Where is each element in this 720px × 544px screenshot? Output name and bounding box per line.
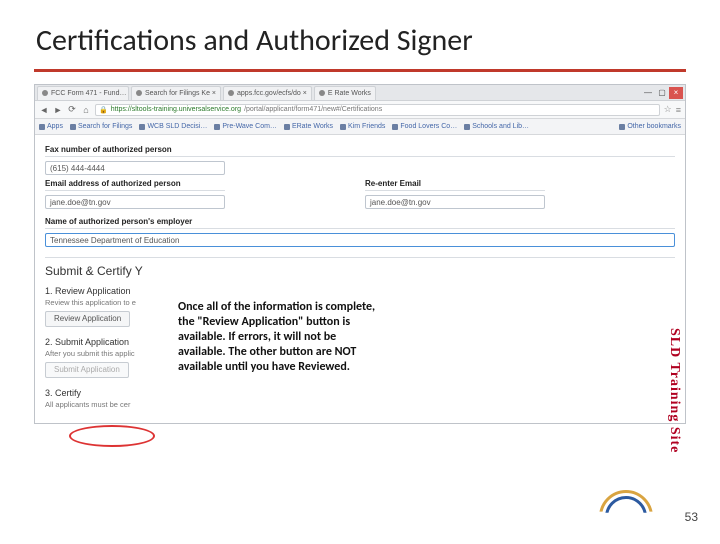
section-divider: [45, 257, 675, 258]
reload-icon[interactable]: ⟳: [67, 105, 77, 115]
callout-text: Once all of the information is complete,…: [178, 298, 378, 377]
bookmark-item[interactable]: Schools and Lib…: [464, 123, 529, 130]
favicon-icon: [214, 124, 220, 130]
bookmark-item[interactable]: ERate Works: [284, 123, 333, 130]
bookmark-star-icon[interactable]: ☆: [664, 104, 672, 115]
highlight-circle: [69, 425, 155, 447]
lock-icon: 🔒: [99, 106, 108, 114]
email-field[interactable]: jane.doe@tn.gov: [45, 195, 225, 209]
review-application-button[interactable]: Review Application: [45, 311, 130, 327]
address-bar-row: ◄ ► ⟳ ⌂ 🔒 https://sltools-training.unive…: [35, 101, 685, 119]
page-content: Fax number of authorized person (615) 44…: [35, 135, 685, 423]
slide-title: Certifications and Authorized Signer: [0, 0, 720, 69]
forward-icon[interactable]: ►: [53, 105, 63, 115]
fax-label: Fax number of authorized person: [45, 145, 675, 154]
step-1-label: 1. Review Application: [45, 286, 675, 296]
fax-field[interactable]: (615) 444-4444: [45, 161, 225, 175]
employer-field[interactable]: Tennessee Department of Education: [45, 233, 675, 247]
bookmark-item[interactable]: WCB SLD Decisi…: [139, 123, 207, 130]
divider: [365, 190, 545, 191]
logo-arc-inner: [605, 496, 647, 538]
browser-tab[interactable]: Search for Filings Ke ×: [131, 86, 221, 100]
training-site-label: SLD Training Site: [664, 306, 684, 476]
fax-value: (615) 444-4444: [50, 164, 105, 173]
favicon-icon: [42, 90, 48, 96]
submit-application-button[interactable]: Submit Application: [45, 362, 129, 378]
favicon-icon: [392, 124, 398, 130]
window-controls: — ▢ ×: [641, 87, 683, 99]
favicon-icon: [340, 124, 346, 130]
browser-tab[interactable]: apps.fcc.gov/ecfs/do ×: [223, 86, 312, 100]
divider: [45, 190, 225, 191]
bookmark-label: Search for Filings: [78, 123, 132, 130]
favicon-icon: [319, 90, 325, 96]
usac-logo: [596, 486, 656, 512]
bookmark-label: Pre-Wave Com…: [222, 123, 277, 130]
bookmarks-bar: Apps Search for Filings WCB SLD Decisi… …: [35, 119, 685, 135]
url-host: https://sltools-training.universalservic…: [111, 106, 241, 113]
hamburger-menu-icon[interactable]: ≡: [676, 105, 681, 115]
url-path: /portal/applicant/form471/new#/Certifica…: [244, 106, 382, 113]
email-label: Email address of authorized person: [45, 179, 225, 188]
maximize-button[interactable]: ▢: [655, 87, 669, 99]
title-underline: [34, 69, 686, 72]
divider: [45, 228, 675, 229]
browser-tab[interactable]: FCC Form 471 - Fund…: [37, 86, 129, 100]
other-bookmarks[interactable]: Other bookmarks: [619, 123, 681, 130]
bookmark-label: Other bookmarks: [627, 123, 681, 130]
bookmark-label: ERate Works: [292, 123, 333, 130]
step-3-desc: All applicants must be cer: [45, 400, 675, 409]
favicon-icon: [136, 90, 142, 96]
email-reenter-value: jane.doe@tn.gov: [370, 198, 431, 207]
favicon-icon: [70, 124, 76, 130]
folder-icon: [619, 124, 625, 130]
bookmark-item[interactable]: Pre-Wave Com…: [214, 123, 277, 130]
bookmark-label: Food Lovers Co…: [400, 123, 457, 130]
tab-label: apps.fcc.gov/ecfs/do ×: [237, 90, 307, 97]
tab-label: FCC Form 471 - Fund…: [51, 90, 126, 97]
employer-label: Name of authorized person's employer: [45, 217, 675, 226]
bookmark-label: WCB SLD Decisi…: [147, 123, 207, 130]
bookmark-item[interactable]: Kim Friends: [340, 123, 385, 130]
email-reenter-label: Re-enter Email: [365, 179, 545, 188]
favicon-icon: [464, 124, 470, 130]
training-site-text: SLD Training Site: [666, 328, 682, 453]
email-reenter-field[interactable]: jane.doe@tn.gov: [365, 195, 545, 209]
apps-button[interactable]: Apps: [39, 123, 63, 130]
bookmark-label: Schools and Lib…: [472, 123, 529, 130]
address-bar[interactable]: 🔒 https://sltools-training.universalserv…: [95, 104, 660, 116]
email-row: Email address of authorized person jane.…: [45, 175, 675, 209]
favicon-icon: [228, 90, 234, 96]
divider: [45, 156, 675, 157]
grid-icon: [39, 124, 45, 130]
bookmark-label: Apps: [47, 123, 63, 130]
favicon-icon: [139, 124, 145, 130]
close-button[interactable]: ×: [669, 87, 683, 99]
submit-certify-heading: Submit & Certify Y: [45, 264, 675, 278]
back-icon[interactable]: ◄: [39, 105, 49, 115]
minimize-button[interactable]: —: [641, 87, 655, 99]
bookmark-item[interactable]: Search for Filings: [70, 123, 132, 130]
home-icon[interactable]: ⌂: [81, 105, 91, 115]
email-value: jane.doe@tn.gov: [50, 198, 111, 207]
favicon-icon: [284, 124, 290, 130]
tab-strip: FCC Form 471 - Fund… Search for Filings …: [35, 85, 685, 101]
tab-label: E Rate Works: [328, 90, 371, 97]
step-3-label: 3. Certify: [45, 388, 675, 398]
browser-tab[interactable]: E Rate Works: [314, 86, 376, 100]
tab-label: Search for Filings Ke ×: [145, 90, 216, 97]
bookmark-label: Kim Friends: [348, 123, 385, 130]
employer-value: Tennessee Department of Education: [50, 236, 179, 245]
page-number: 53: [685, 510, 698, 524]
bookmark-item[interactable]: Food Lovers Co…: [392, 123, 457, 130]
